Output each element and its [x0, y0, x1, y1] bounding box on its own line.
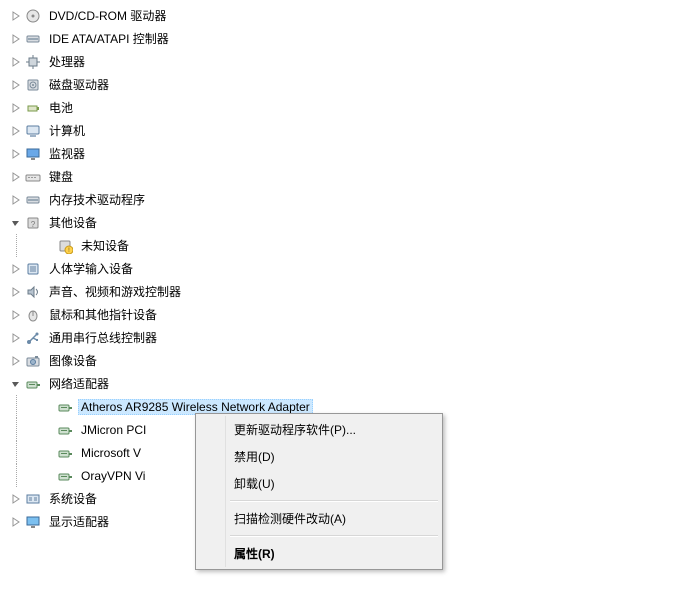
indent-spacer [24, 464, 40, 487]
tree-item-label[interactable]: 声音、视频和游戏控制器 [46, 282, 184, 301]
collapse-icon[interactable] [8, 376, 24, 392]
tree-item-other[interactable]: ? 其他设备 [8, 211, 692, 234]
expand-icon[interactable] [8, 330, 24, 346]
other-icon: ? [24, 214, 42, 232]
menu-separator [230, 535, 438, 537]
tree-item-label[interactable]: 未知设备 [78, 236, 132, 255]
monitor-icon [24, 145, 42, 163]
expand-icon[interactable] [8, 353, 24, 369]
unknown-icon: ! [56, 237, 74, 255]
disc-icon [24, 7, 42, 25]
display-icon [24, 513, 42, 531]
computer-icon [24, 122, 42, 140]
tree-item-label[interactable]: 通用串行总线控制器 [46, 328, 160, 347]
ide-icon [24, 191, 42, 209]
hid-icon [24, 260, 42, 278]
expand-icon[interactable] [8, 123, 24, 139]
tree-item-monitor[interactable]: 监视器 [8, 142, 692, 165]
network-icon [24, 375, 42, 393]
menu-item-update[interactable]: 更新驱动程序软件(P)... [198, 416, 440, 443]
tree-item-label[interactable]: 电池 [46, 98, 76, 117]
tree-item-mouse[interactable]: 鼠标和其他指针设备 [8, 303, 692, 326]
tree-item-ide[interactable]: IDE ATA/ATAPI 控制器 [8, 27, 692, 50]
collapse-icon[interactable] [8, 215, 24, 231]
expand-icon[interactable] [8, 8, 24, 24]
battery-icon [24, 99, 42, 117]
network-icon [56, 421, 74, 439]
expand-icon[interactable] [8, 169, 24, 185]
indent-spacer [24, 234, 40, 257]
tree-item-cpu[interactable]: 处理器 [8, 50, 692, 73]
imaging-icon [24, 352, 42, 370]
disk-icon [24, 76, 42, 94]
tree-item-label[interactable]: 计算机 [46, 121, 88, 140]
network-icon [56, 467, 74, 485]
expand-icon[interactable] [8, 31, 24, 47]
system-icon [24, 490, 42, 508]
keyboard-icon [24, 168, 42, 186]
expand-icon[interactable] [8, 514, 24, 530]
tree-item-unknown[interactable]: !未知设备 [8, 234, 692, 257]
expand-icon[interactable] [8, 54, 24, 70]
indent-guide [8, 441, 24, 464]
tree-item-sound[interactable]: 声音、视频和游戏控制器 [8, 280, 692, 303]
mouse-icon [24, 306, 42, 324]
tree-item-network[interactable]: 网络适配器 [8, 372, 692, 395]
expand-icon[interactable] [8, 491, 24, 507]
tree-item-label[interactable]: 处理器 [46, 52, 88, 71]
indent-spacer [24, 441, 40, 464]
expand-icon[interactable] [8, 307, 24, 323]
indent-spacer [24, 418, 40, 441]
context-menu[interactable]: 更新驱动程序软件(P)...禁用(D)卸载(U) 扫描检测硬件改动(A) 属性(R) [195, 413, 443, 570]
expand-icon[interactable] [8, 77, 24, 93]
tree-item-hid[interactable]: 人体学输入设备 [8, 257, 692, 280]
expand-icon[interactable] [8, 100, 24, 116]
tree-item-label[interactable]: 磁盘驱动器 [46, 75, 112, 94]
tree-item-computer[interactable]: 计算机 [8, 119, 692, 142]
menu-item-disable[interactable]: 禁用(D) [198, 443, 440, 470]
menu-item-uninstall[interactable]: 卸载(U) [198, 470, 440, 497]
tree-item-label[interactable]: 显示适配器 [46, 512, 112, 531]
usb-icon [24, 329, 42, 347]
network-icon [56, 398, 74, 416]
tree-item-keyboard[interactable]: 键盘 [8, 165, 692, 188]
tree-item-dvd[interactable]: DVD/CD-ROM 驱动器 [8, 4, 692, 27]
tree-item-disk[interactable]: 磁盘驱动器 [8, 73, 692, 96]
tree-item-imaging[interactable]: 图像设备 [8, 349, 692, 372]
indent-guide [8, 234, 24, 257]
tree-item-label[interactable]: 鼠标和其他指针设备 [46, 305, 160, 324]
tree-item-label[interactable]: 内存技术驱动程序 [46, 190, 148, 209]
ide-icon [24, 30, 42, 48]
indent-spacer [24, 395, 40, 418]
menu-item-scan[interactable]: 扫描检测硬件改动(A) [198, 505, 440, 532]
tree-item-label[interactable]: 键盘 [46, 167, 76, 186]
tree-item-label[interactable]: DVD/CD-ROM 驱动器 [46, 6, 169, 25]
tree-item-label[interactable]: JMicron PCI [78, 422, 149, 438]
indent-guide [8, 464, 24, 487]
menu-item-props[interactable]: 属性(R) [198, 540, 440, 567]
tree-item-battery[interactable]: 电池 [8, 96, 692, 119]
indent-guide [8, 395, 24, 418]
expand-icon[interactable] [8, 146, 24, 162]
cpu-icon [24, 53, 42, 71]
expand-icon[interactable] [8, 284, 24, 300]
sound-icon [24, 283, 42, 301]
menu-separator [230, 500, 438, 502]
tree-item-label[interactable]: 其他设备 [46, 213, 100, 232]
indent-guide [8, 418, 24, 441]
svg-text:?: ? [31, 220, 36, 229]
tree-item-label[interactable]: 人体学输入设备 [46, 259, 136, 278]
tree-item-label[interactable]: Microsoft V [78, 445, 144, 461]
network-icon [56, 444, 74, 462]
tree-item-label[interactable]: 图像设备 [46, 351, 100, 370]
tree-item-usb[interactable]: 通用串行总线控制器 [8, 326, 692, 349]
tree-item-label[interactable]: 监视器 [46, 144, 88, 163]
tree-item-label[interactable]: 网络适配器 [46, 374, 112, 393]
expand-icon[interactable] [8, 192, 24, 208]
expand-icon[interactable] [8, 261, 24, 277]
tree-item-label[interactable]: 系统设备 [46, 489, 100, 508]
tree-item-memtech[interactable]: 内存技术驱动程序 [8, 188, 692, 211]
tree-item-label[interactable]: OrayVPN Vi [78, 468, 148, 484]
tree-item-label[interactable]: IDE ATA/ATAPI 控制器 [46, 29, 172, 48]
